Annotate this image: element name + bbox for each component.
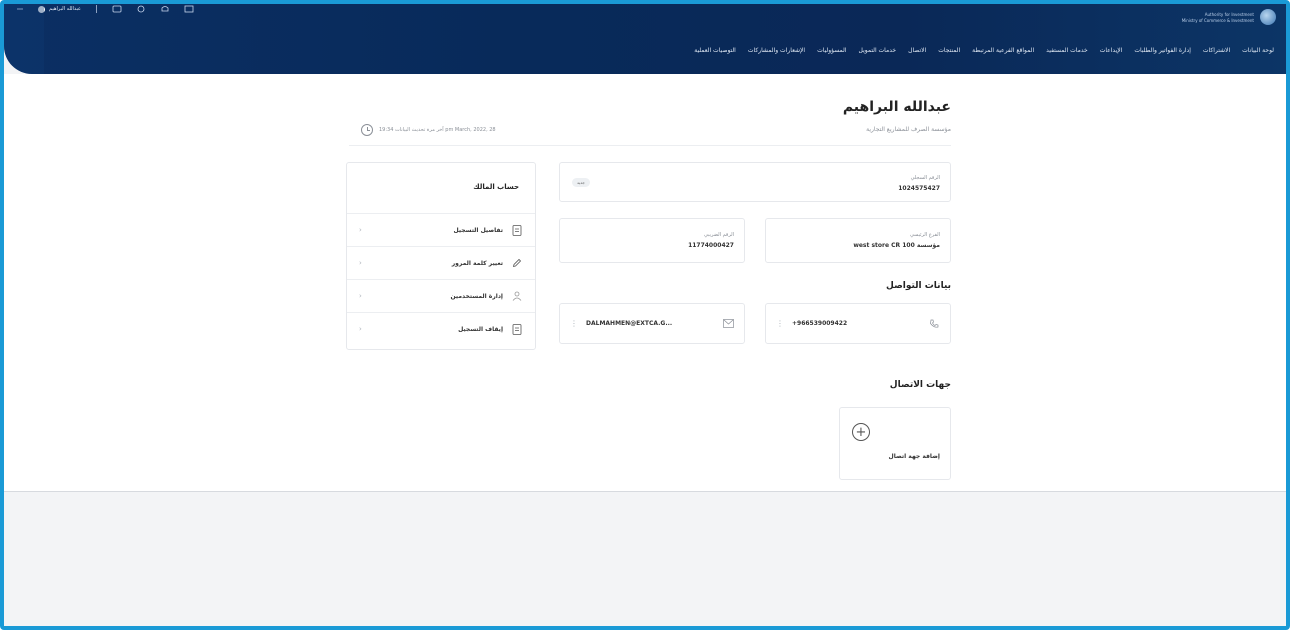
contact-section-title: بيانات التواصل bbox=[886, 281, 951, 291]
top-header: Authority for Investment Ministry of Com… bbox=[4, 4, 1286, 74]
document-icon bbox=[511, 224, 523, 236]
nav-item-invoices[interactable]: إدارة الفواتير والطلبات bbox=[1134, 47, 1191, 54]
phone-icon bbox=[928, 318, 940, 330]
nav-item-recommendations[interactable]: التوصيات العملية bbox=[694, 47, 736, 54]
phone-value: +966539009422 bbox=[792, 320, 848, 327]
email-card: DALMAHMEN@EXTCA.G... ⋮ bbox=[559, 303, 745, 344]
nav-item-deposits[interactable]: الإيداعات bbox=[1100, 47, 1123, 54]
chevron-left-icon: ‹ bbox=[359, 259, 362, 267]
account-item-manage-users[interactable]: إدارة المستخدمين ‹ bbox=[347, 279, 535, 312]
language-icon[interactable] bbox=[112, 4, 122, 14]
email-more-icon[interactable]: ⋮ bbox=[570, 319, 578, 328]
registration-value: 1024575427 bbox=[898, 185, 940, 192]
profile-content: عبدالله البراهيم مؤسسة الصرف للمشاريع ال… bbox=[344, 74, 956, 492]
last-update: آخر مرة تحديث البيانات 19:34 pm March, 2… bbox=[361, 124, 496, 136]
messages-icon[interactable] bbox=[184, 4, 194, 14]
separator-bar: | bbox=[95, 4, 98, 13]
status-badge: جديد bbox=[572, 178, 590, 187]
divider bbox=[349, 145, 951, 146]
add-contact-button[interactable]: + إضافة جهة اتصال bbox=[839, 407, 951, 480]
owner-account-panel: حساب المالك تفاصيل التسجيل ‹ تغيير كلمة … bbox=[346, 162, 536, 350]
branch-value: مؤسسة west store CR 100 bbox=[853, 242, 940, 249]
phone-card: +966539009422 ⋮ bbox=[765, 303, 951, 344]
phone-more-icon[interactable]: ⋮ bbox=[776, 319, 784, 328]
user-name: عبدالله البراهيم bbox=[49, 6, 81, 12]
nav-item-sub-sites[interactable]: المواقع الفرعية المرتبطة bbox=[972, 47, 1034, 54]
clock-icon bbox=[361, 124, 373, 136]
nav-item-beneficiary[interactable]: خدمات المستفيد bbox=[1046, 47, 1088, 54]
account-item-label: إدارة المستخدمين bbox=[450, 292, 503, 300]
account-item-label: تفاصيل التسجيل bbox=[453, 226, 503, 234]
brand-logo-block[interactable]: Authority for Investment Ministry of Com… bbox=[1182, 9, 1276, 25]
nav-item-dashboard[interactable]: لوحة البيانات bbox=[1242, 47, 1274, 54]
last-update-text: آخر مرة تحديث البيانات 19:34 pm March, 2… bbox=[379, 127, 496, 133]
account-item-label: تغيير كلمة المرور bbox=[451, 259, 503, 267]
notifications-icon[interactable] bbox=[160, 4, 170, 14]
document-icon bbox=[511, 323, 523, 335]
registration-label: الرقم السجلي bbox=[910, 175, 940, 181]
header-utilities: عبدالله البراهيم | bbox=[16, 4, 194, 14]
nav-item-responsibilities[interactable]: المسؤوليات bbox=[817, 47, 846, 54]
nav-item-financing[interactable]: خدمات التمويل bbox=[859, 47, 897, 54]
tax-value: 11774000427 bbox=[688, 242, 734, 249]
profile-main: عبدالله البراهيم مؤسسة الصرف للمشاريع ال… bbox=[4, 74, 1286, 492]
pencil-icon bbox=[511, 257, 523, 269]
settings-icon[interactable] bbox=[136, 4, 146, 14]
chevron-left-icon: ‹ bbox=[359, 292, 362, 300]
user-avatar-icon bbox=[38, 5, 45, 13]
tax-label: الرقم الضريبي bbox=[703, 232, 734, 238]
mail-icon bbox=[722, 318, 734, 330]
email-value: DALMAHMEN@EXTCA.G... bbox=[586, 320, 673, 327]
nav-item-products[interactable]: المنتجات bbox=[938, 47, 960, 54]
user-icon bbox=[511, 290, 523, 302]
registration-card: الرقم السجلي 1024575427 جديد bbox=[559, 162, 951, 202]
collapse-icon[interactable] bbox=[16, 5, 24, 13]
account-item-stop-registration[interactable]: إيقاف التسجيل ‹ bbox=[347, 312, 535, 345]
brand-line-2: Ministry of Commerce & Investment bbox=[1181, 17, 1254, 23]
account-item-change-password[interactable]: تغيير كلمة المرور ‹ bbox=[347, 246, 535, 279]
main-nav: لوحة البيانات الاشتراكات إدارة الفواتير … bbox=[694, 47, 1274, 54]
contacts-section-title: جهات الاتصال bbox=[889, 380, 951, 390]
add-contact-label: إضافة جهة اتصال bbox=[888, 453, 940, 460]
user-menu[interactable]: عبدالله البراهيم bbox=[38, 5, 81, 13]
page-subtitle: مؤسسة الصرف للمشاريع التجارية bbox=[866, 126, 951, 133]
page-title: عبدالله البراهيم bbox=[842, 99, 951, 115]
chevron-left-icon: ‹ bbox=[359, 226, 362, 234]
branch-label: الفرع الرئيسي bbox=[910, 232, 940, 238]
account-item-registration-details[interactable]: تفاصيل التسجيل ‹ bbox=[347, 213, 535, 246]
brand-logo-icon bbox=[1260, 9, 1276, 25]
brand-line-1: Authority for Investment bbox=[1204, 11, 1254, 17]
account-panel-title: حساب المالك bbox=[473, 183, 519, 191]
nav-item-subscriptions[interactable]: الاشتراكات bbox=[1203, 47, 1230, 54]
branch-card: الفرع الرئيسي مؤسسة west store CR 100 bbox=[765, 218, 951, 263]
nav-item-contact[interactable]: الاتصال bbox=[908, 47, 926, 54]
tax-card: الرقم الضريبي 11774000427 bbox=[559, 218, 745, 263]
account-item-label: إيقاف التسجيل bbox=[458, 325, 503, 333]
nav-item-notifications[interactable]: الإشعارات والمشاركات bbox=[748, 47, 805, 54]
browser-frame: Authority for Investment Ministry of Com… bbox=[0, 0, 1290, 630]
plus-icon: + bbox=[852, 423, 870, 441]
chevron-left-icon: ‹ bbox=[359, 325, 362, 333]
